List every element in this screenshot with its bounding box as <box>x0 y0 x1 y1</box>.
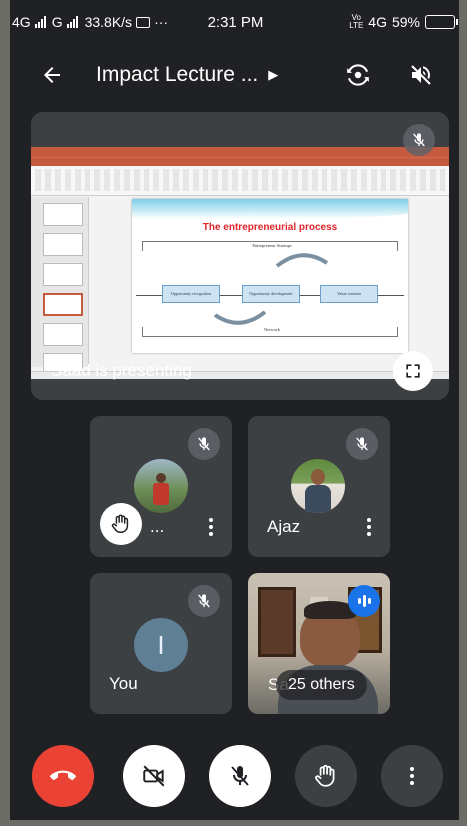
signal-icon-2 <box>66 16 78 28</box>
participant-more-button[interactable] <box>366 518 372 536</box>
mic-off-icon <box>198 594 210 608</box>
participant-tile-others[interactable]: Sa 25 others <box>248 573 390 714</box>
avatar-initial: I <box>134 618 188 672</box>
overflow-dots: ··· <box>154 14 169 30</box>
participant-name: You <box>109 674 138 693</box>
avatar <box>291 459 345 513</box>
camera-off-icon <box>143 765 165 787</box>
battery-icon <box>425 15 458 29</box>
hand-icon <box>111 514 129 533</box>
end-call-icon <box>50 770 76 781</box>
status-bar: 4G G 33.8K/s ··· 2:31 PM Vo LTE 4G 59% <box>12 10 459 34</box>
ppt-ribbon <box>31 166 449 196</box>
hand-icon <box>315 764 335 787</box>
participant-name: ... <box>150 517 165 536</box>
presenter-mic-off-badge <box>403 124 435 156</box>
fullscreen-button[interactable] <box>393 351 433 391</box>
presentation-tile[interactable]: The entrepreneurial process Entrepreneur… <box>31 112 449 400</box>
more-vert-icon <box>410 767 414 785</box>
mic-off-icon <box>198 437 210 451</box>
mic-off-icon <box>231 766 249 786</box>
participant-more-button[interactable] <box>208 518 214 536</box>
volte-label: Vo LTE <box>349 13 364 30</box>
ppt-title-bar <box>31 147 449 157</box>
meeting-title: Impact Lecture ... <box>96 63 259 86</box>
slide-box-2: Opportunity development <box>242 285 300 303</box>
more-options-button[interactable] <box>381 745 443 807</box>
arrow-left-icon <box>44 67 60 83</box>
fullscreen-icon <box>406 364 420 378</box>
shared-screen: The entrepreneurial process Entrepreneur… <box>31 147 449 379</box>
participant-name: Ajaz <box>267 517 301 536</box>
speaker-off-icon <box>411 65 431 85</box>
slide-top-label: Entrepreneur Startups <box>252 243 292 248</box>
presenting-label: Saad is presenting <box>51 361 192 380</box>
slide-box-3: Value creation <box>320 285 378 303</box>
raised-hand-badge <box>100 503 142 545</box>
raise-hand-button[interactable] <box>295 745 357 807</box>
participant-tile-self[interactable]: I You <box>90 573 232 714</box>
participant-tile-1[interactable]: ... <box>90 416 232 557</box>
mic-off-icon <box>413 133 425 147</box>
network-label-1: 4G <box>12 14 31 30</box>
battery-percent: 59% <box>391 14 420 30</box>
signal-icon <box>34 16 46 28</box>
frame-edge-bottom <box>0 820 467 826</box>
ppt-ribbon-tabs <box>31 157 449 166</box>
slide-box-1: Opportunity recognition <box>162 285 220 303</box>
slide-bottom-label: Network <box>264 327 280 332</box>
others-count[interactable]: 25 others <box>276 670 367 700</box>
switch-camera-icon <box>347 64 369 86</box>
network-speed: 33.8K/s <box>84 14 133 30</box>
avatar <box>134 459 188 513</box>
meeting-header: Impact Lecture ... ▶ <box>12 55 459 95</box>
slide-canvas: The entrepreneurial process Entrepreneur… <box>132 199 408 353</box>
frame-edge-right <box>459 0 467 826</box>
back-button[interactable] <box>32 55 72 95</box>
mic-off-badge <box>188 428 220 460</box>
slide-thumbnails <box>31 197 89 376</box>
participant-tile-2[interactable]: Ajaz <box>248 416 390 557</box>
slide-title: The entrepreneurial process <box>202 222 338 233</box>
mic-toggle-button[interactable] <box>209 745 271 807</box>
speaker-button[interactable] <box>403 57 439 93</box>
frame-edge-left <box>0 0 10 826</box>
mic-off-icon <box>356 437 368 451</box>
mic-off-badge <box>188 585 220 617</box>
message-icon <box>136 16 151 28</box>
network-label-3: 4G <box>368 14 387 30</box>
end-call-button[interactable] <box>32 745 94 807</box>
caret-right-icon: ▶ <box>268 67 279 82</box>
mic-off-badge <box>346 428 378 460</box>
switch-camera-button[interactable] <box>340 57 376 93</box>
network-label-2: G <box>51 14 63 30</box>
meeting-title-button[interactable]: Impact Lecture ... ▶ <box>72 63 278 87</box>
camera-toggle-button[interactable] <box>123 745 185 807</box>
speaking-indicator <box>348 585 380 617</box>
